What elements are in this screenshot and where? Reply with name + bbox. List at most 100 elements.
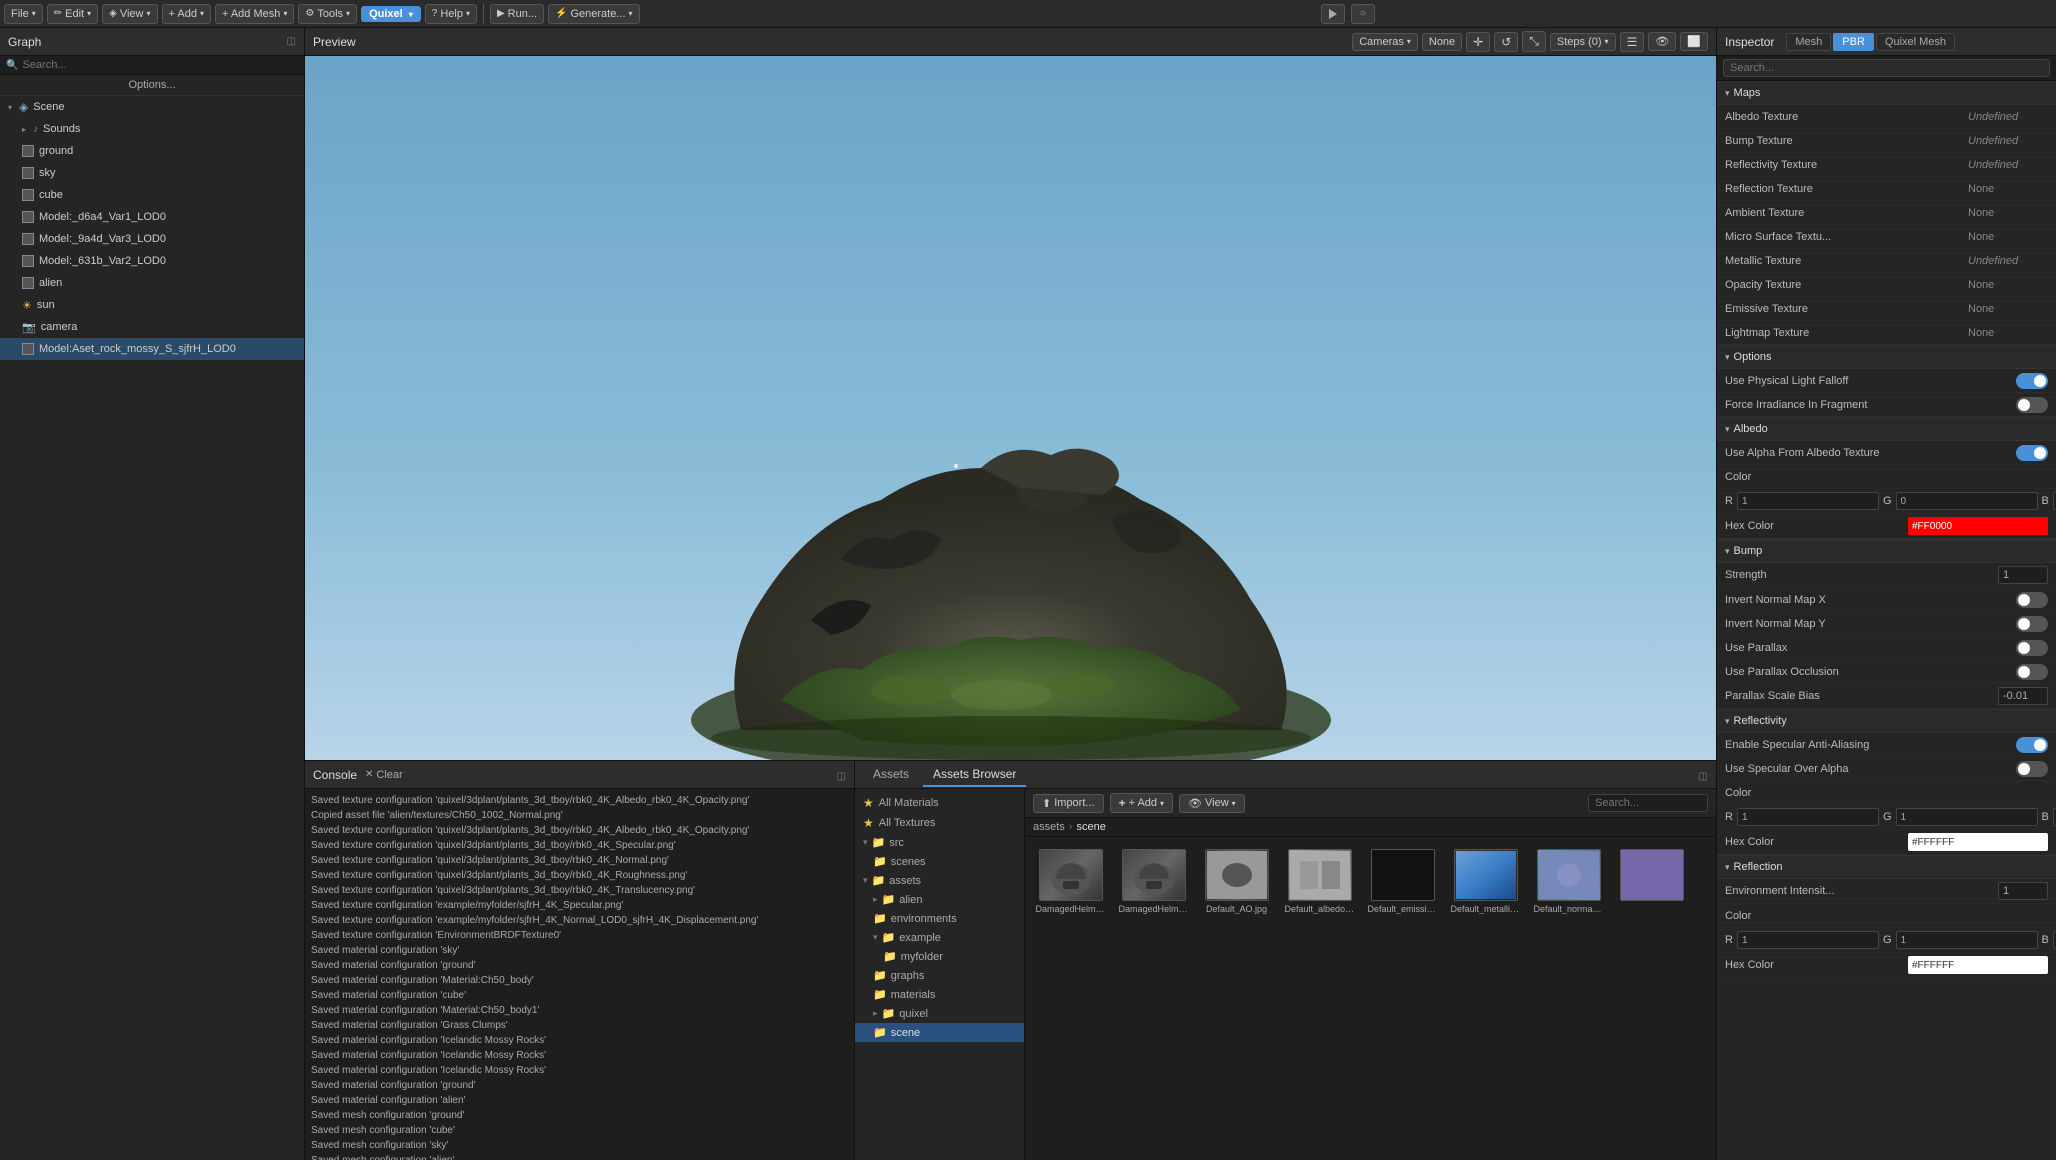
preview-expand-button[interactable]: ⬜ [1680,32,1708,51]
use-alpha-toggle[interactable] [2016,445,2048,461]
invert-normal-y-toggle[interactable] [2016,616,2048,632]
import-button[interactable]: ⬆ Import... [1033,794,1104,813]
folder-graphs[interactable]: 📁 graphs [855,966,1024,985]
folder-quixel[interactable]: ▸ 📁 quixel [855,1004,1024,1023]
reflection-g-input[interactable] [1896,931,2038,949]
file-menu[interactable]: File ▾ [4,4,43,24]
breadcrumb-scene[interactable]: scene [1076,821,1105,833]
graph-collapse-icon[interactable]: ◫ [287,36,296,47]
file-item-purple[interactable] [1614,845,1689,918]
tree-item-model-rock[interactable]: Model:Aset_rock_mossy_S_sjfrH_LOD0 [0,338,304,360]
section-options-header[interactable]: ▾ Options [1717,345,2056,369]
play-button[interactable] [1321,4,1345,24]
view-options-button[interactable]: 👁 View ▾ [1179,794,1245,813]
none-dropdown[interactable]: None [1422,33,1462,51]
folder-materials[interactable]: 📁 materials [855,985,1024,1004]
folder-environments[interactable]: 📁 environments [855,909,1024,928]
tree-item-sun[interactable]: ☀ sun [0,294,304,316]
file-item-emissive[interactable]: Default_emissive... [1365,845,1440,918]
tree-item-sky[interactable]: sky [0,162,304,184]
use-parallax-occlusion-toggle[interactable] [2016,664,2048,680]
tree-item-camera[interactable]: 📷 camera [0,316,304,338]
preview-visibility-button[interactable]: 👁 [1648,32,1676,51]
folder-example[interactable]: ▾ 📁 example [855,928,1024,947]
reflection-r-input[interactable] [1737,931,1879,949]
use-parallax-toggle[interactable] [2016,640,2048,656]
generate-button[interactable]: ⚡ Generate... ▾ [548,4,640,24]
folder-scene[interactable]: 📁 scene [855,1023,1024,1042]
invert-normal-x-toggle[interactable] [2016,592,2048,608]
reflectivity-g-input[interactable] [1896,808,2038,826]
bump-strength-input[interactable] [1998,566,2048,584]
tab-mesh[interactable]: Mesh [1786,33,1831,51]
filter-all-materials[interactable]: ★ All Materials [855,793,1024,813]
edit-menu[interactable]: ✏ Edit ▾ [47,4,98,24]
albedo-r-input[interactable] [1737,492,1879,510]
rotate-tool-button[interactable]: ↺ [1494,32,1518,52]
folder-myfolder[interactable]: 📁 myfolder [855,947,1024,966]
add-menu[interactable]: + Add ▾ [162,4,211,24]
file-item-albedo[interactable]: Default_albedo.jpg [1282,845,1357,918]
tab-quixel-mesh[interactable]: Quixel Mesh [1876,33,1955,51]
parallax-scale-bias-input[interactable] [1998,687,2048,705]
file-item-damaged1[interactable]: DamagedHelmet... [1033,845,1108,918]
assets-browser-tab[interactable]: Assets Browser [923,763,1026,787]
tree-item-sounds[interactable]: ▸ ♪ Sounds [0,118,304,140]
albedo-hex-input[interactable] [1908,517,2048,535]
clear-button[interactable]: ✕ Clear [365,769,403,781]
assets-collapse-button[interactable]: ◫ [1699,768,1708,782]
add-asset-button[interactable]: + + Add ▾ [1110,793,1173,813]
move-tool-button[interactable]: ✛ [1466,32,1490,52]
breadcrumb-assets[interactable]: assets [1033,821,1065,833]
cameras-dropdown[interactable]: Cameras ▾ [1352,33,1418,51]
physical-light-falloff-toggle[interactable] [2016,373,2048,389]
folder-assets[interactable]: ▾ 📁 assets [855,871,1024,890]
inspector-search-input[interactable] [1723,59,2050,77]
quixel-badge[interactable]: Quixel ▾ [361,6,421,22]
reflection-hex-input[interactable] [1908,956,2048,974]
file-item-metallic[interactable]: Default_metallic... [1448,845,1523,918]
graph-search-input[interactable] [22,59,298,71]
file-item-damaged2[interactable]: DamagedHelmet... [1116,845,1191,918]
reflectivity-r-input[interactable] [1737,808,1879,826]
steps-dropdown[interactable]: Steps (0) ▾ [1550,33,1616,51]
stop-button[interactable]: ○ [1351,4,1375,24]
tree-item-cube[interactable]: cube [0,184,304,206]
folder-scenes[interactable]: 📁 scenes [855,852,1024,871]
run-button[interactable]: ▶ Run... [490,4,544,24]
use-specular-over-alpha-toggle[interactable] [2016,761,2048,777]
tools-menu[interactable]: ⚙ Tools ▾ [298,4,357,24]
tree-item-scene[interactable]: ▾ ◈ Scene [0,96,304,118]
albedo-g-input[interactable] [1896,492,2038,510]
preview-settings-button[interactable]: ☰ [1620,32,1645,52]
console-collapse-button[interactable]: ◫ [837,768,846,782]
environment-intensity-input[interactable] [1998,882,2048,900]
tab-pbr[interactable]: PBR [1833,33,1874,51]
tree-item-model2[interactable]: Model:_9a4d_Var3_LOD0 [0,228,304,250]
file-item-ao[interactable]: Default_AO.jpg [1199,845,1274,918]
section-reflectivity-header[interactable]: ▾ Reflectivity [1717,709,2056,733]
folder-alien[interactable]: ▸ 📁 alien [855,890,1024,909]
assets-tab[interactable]: Assets [863,763,919,787]
section-maps-header[interactable]: ▾ Maps [1717,81,2056,105]
filter-all-textures[interactable]: ★ All Textures [855,813,1024,833]
graph-options-bar[interactable]: Options... [0,75,304,96]
enable-specular-aa-toggle[interactable] [2016,737,2048,753]
tree-item-model1[interactable]: Model:_d6a4_Var1_LOD0 [0,206,304,228]
tree-item-model3[interactable]: Model:_631b_Var2_LOD0 [0,250,304,272]
help-menu[interactable]: ? Help ▾ [425,4,477,24]
preview-viewport[interactable] [305,56,1716,760]
section-reflection-header[interactable]: ▾ Reflection [1717,855,2056,879]
view-menu[interactable]: ◈ View ▾ [102,4,157,24]
console-content[interactable]: Saved texture configuration 'quixel/3dpl… [305,789,854,1160]
reflectivity-hex-input[interactable] [1908,833,2048,851]
file-item-normal[interactable]: Default_normal j... [1531,845,1606,918]
force-irradiance-toggle[interactable] [2016,397,2048,413]
add-mesh-menu[interactable]: + Add Mesh ▾ [215,4,294,24]
assets-search-input[interactable] [1588,794,1708,812]
tree-item-ground[interactable]: ground [0,140,304,162]
tree-item-alien[interactable]: alien [0,272,304,294]
section-bump-header[interactable]: ▾ Bump [1717,539,2056,563]
folder-src[interactable]: ▾ 📁 src [855,833,1024,852]
scale-tool-button[interactable]: ⤡ [1522,31,1546,52]
